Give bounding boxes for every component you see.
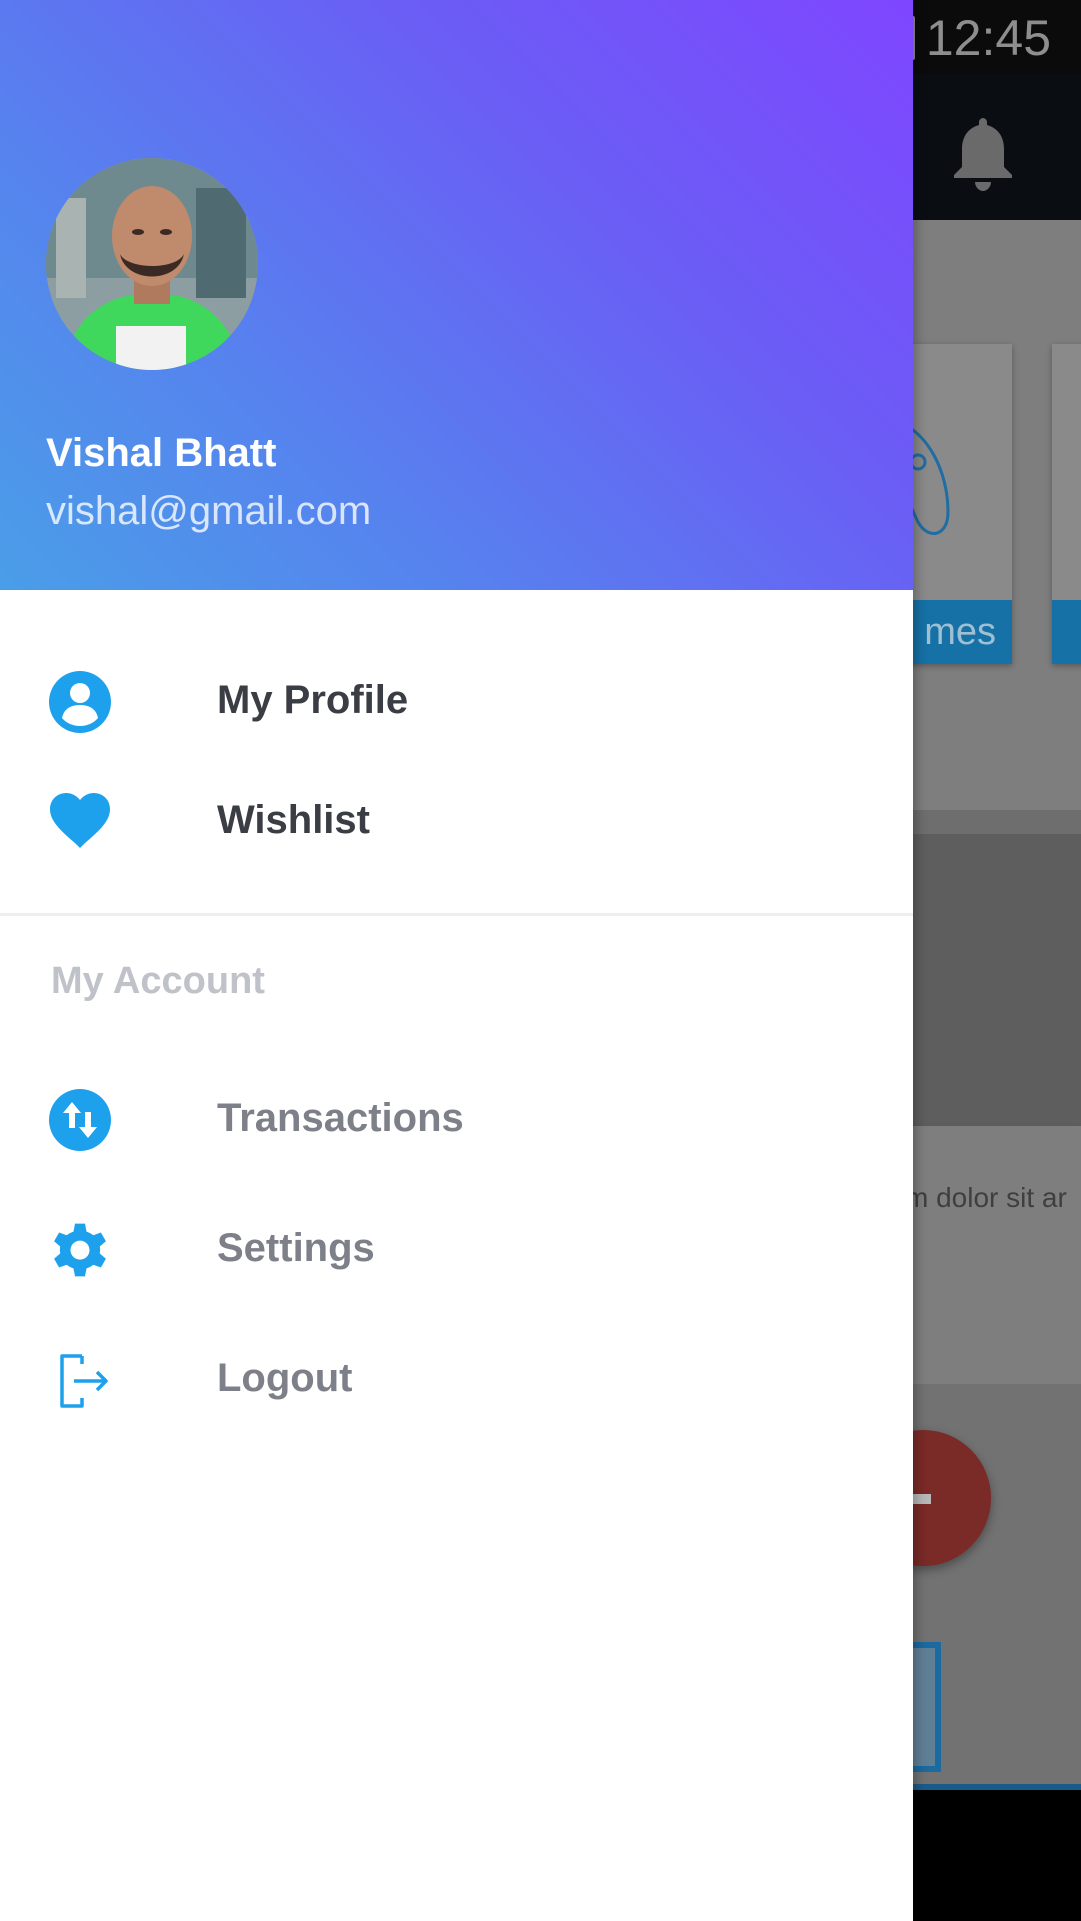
menu-item-label: Transactions	[217, 1096, 464, 1140]
avatar[interactable]	[46, 158, 258, 370]
account-circle-icon	[49, 671, 111, 733]
category-card[interactable]	[1052, 344, 1081, 664]
menu-item-my-profile[interactable]: My Profile	[0, 645, 913, 755]
bell-icon[interactable]	[948, 112, 1018, 192]
drawer-header: Vishal Bhatt vishal@gmail.com	[0, 0, 913, 590]
gear-icon	[54, 1223, 106, 1277]
user-name: Vishal Bhatt	[46, 431, 277, 475]
heart-icon	[50, 793, 110, 848]
content-card-text: m dolor sit ar	[905, 1182, 1067, 1213]
menu-divider	[0, 913, 913, 916]
menu-item-label: Logout	[217, 1356, 353, 1400]
menu-item-wishlist[interactable]: Wishlist	[0, 765, 913, 875]
user-email: vishal@gmail.com	[46, 489, 372, 533]
menu-item-label: My Profile	[217, 678, 409, 722]
menu-item-label: Settings	[217, 1226, 375, 1270]
logout-icon	[60, 1354, 108, 1408]
category-card-label	[1052, 600, 1081, 664]
menu-item-settings[interactable]: Settings	[0, 1193, 913, 1303]
menu-item-label: Wishlist	[217, 798, 370, 842]
transactions-icon	[49, 1089, 111, 1151]
avatar-photo	[46, 158, 258, 370]
menu-item-logout[interactable]: Logout	[0, 1323, 913, 1433]
section-title-my-account: My Account	[51, 960, 265, 1002]
status-clock: 12:45	[925, 10, 1051, 66]
navigation-drawer: Vishal Bhatt vishal@gmail.com My Profile…	[0, 0, 913, 1921]
menu-item-transactions[interactable]: Transactions	[0, 1063, 913, 1173]
